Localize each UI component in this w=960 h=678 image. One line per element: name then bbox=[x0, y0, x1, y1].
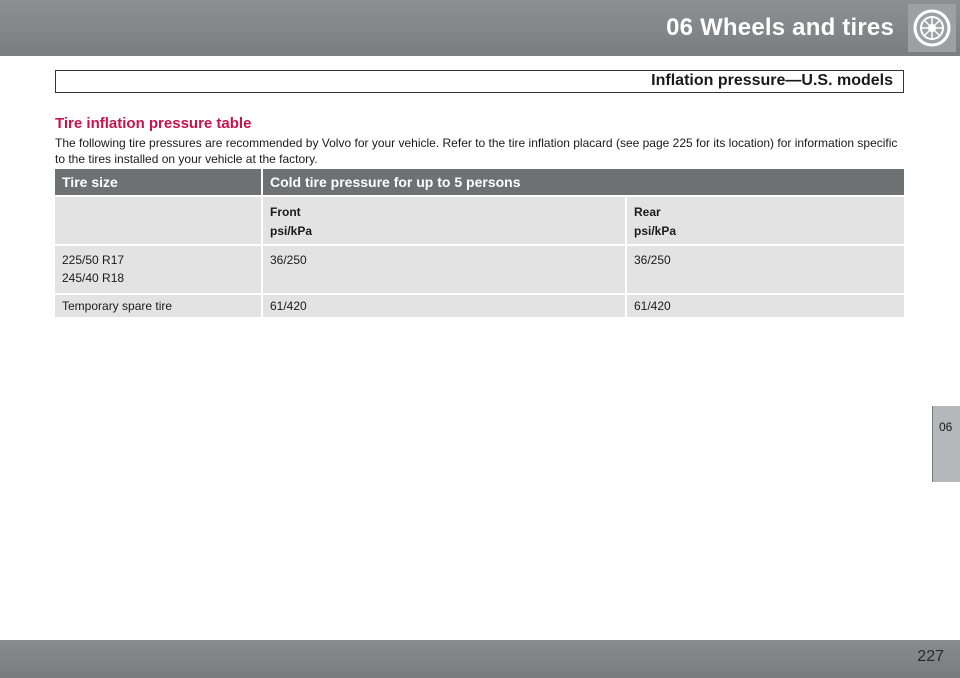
header-cold-pressure: Cold tire pressure for up to 5 persons bbox=[261, 169, 904, 195]
table-cell: Rear psi/kPa bbox=[625, 195, 904, 244]
footer-bar: 227 bbox=[0, 640, 960, 678]
rear-pressure: 36/250 bbox=[634, 253, 671, 267]
section-title: Inflation pressure—U.S. models bbox=[651, 72, 893, 89]
tire-size: Temporary spare tire bbox=[55, 293, 261, 317]
table-cell: 36/250 bbox=[261, 244, 625, 293]
table-cell bbox=[55, 195, 261, 244]
table-subheader-row: Front psi/kPa Rear psi/kPa bbox=[55, 195, 904, 244]
intro-paragraph: The following tire pressures are recomme… bbox=[55, 136, 898, 166]
subheader-front-unit: psi/kPa bbox=[270, 224, 313, 238]
section-header: Inflation pressure—U.S. models bbox=[55, 70, 904, 93]
page-number: 227 bbox=[917, 648, 944, 665]
front-pressure: 61/420 bbox=[261, 293, 625, 317]
content-title: Tire inflation pressure table bbox=[55, 115, 252, 132]
chapter-side-tab[interactable]: 06 bbox=[932, 406, 960, 482]
table-row: Temporary spare tire 61/420 61/420 bbox=[55, 293, 904, 317]
subheader-rear-unit: psi/kPa bbox=[634, 224, 677, 238]
rear-pressure: 61/420 bbox=[625, 293, 904, 317]
side-tab-label: 06 bbox=[939, 420, 953, 434]
table-cell: 36/250 bbox=[625, 244, 904, 293]
table-cell: Front psi/kPa bbox=[261, 195, 625, 244]
table-header-row: Tire size Cold tire pressure for up to 5… bbox=[55, 169, 904, 195]
subheader-front: Front bbox=[270, 205, 301, 219]
header-tire-size: Tire size bbox=[55, 169, 261, 195]
front-pressure: 36/250 bbox=[270, 253, 307, 267]
chapter-header-bar: 06 Wheels and tires bbox=[0, 0, 960, 56]
chapter-title: 06 Wheels and tires bbox=[666, 14, 894, 41]
table-row: 225/50 R17 245/40 R18 36/250 36/250 bbox=[55, 244, 904, 293]
wheel-icon bbox=[908, 4, 956, 52]
table-cell: 225/50 R17 245/40 R18 bbox=[55, 244, 261, 293]
tire-pressure-table: Tire size Cold tire pressure for up to 5… bbox=[55, 169, 904, 317]
tire-size: 245/40 R18 bbox=[62, 271, 125, 285]
subheader-rear: Rear bbox=[634, 205, 661, 219]
